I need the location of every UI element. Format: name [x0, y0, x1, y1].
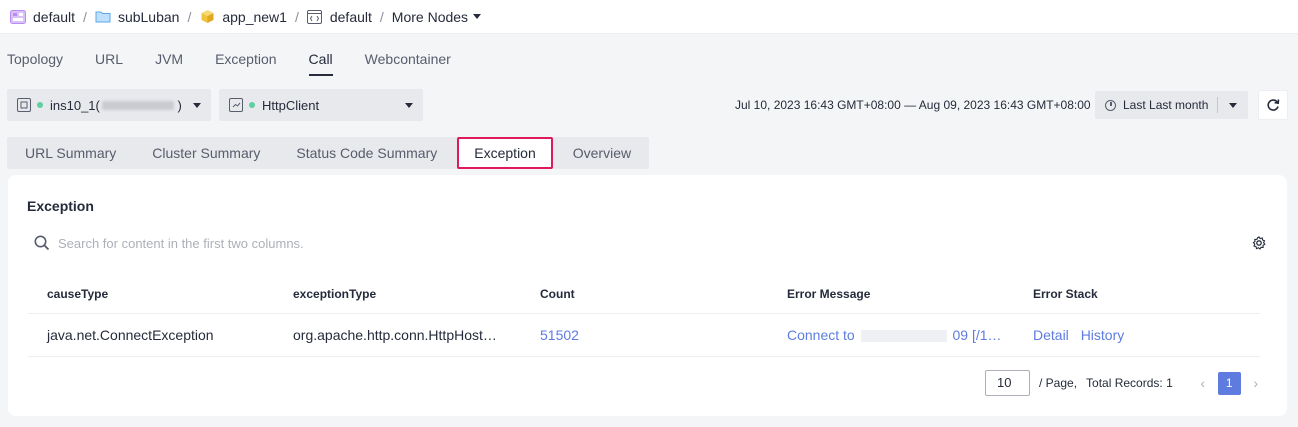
per-page-label: / Page,	[1039, 376, 1078, 390]
subtab-url-summary[interactable]: URL Summary	[7, 137, 134, 169]
trend-icon	[229, 98, 243, 112]
more-nodes-label: More Nodes	[391, 8, 469, 25]
call-type-select[interactable]: HttpClient	[219, 89, 423, 121]
column-header-error-message[interactable]: Error Message	[768, 276, 1014, 314]
subtab-status-code-summary[interactable]: Status Code Summary	[278, 137, 455, 169]
cell-exceptiontype: org.apache.http.conn.HttpHost…	[274, 313, 521, 357]
page-number-button[interactable]: 1	[1217, 371, 1241, 395]
time-period-label: Last Last month	[1123, 98, 1209, 112]
search-icon	[34, 235, 50, 251]
folder-icon	[95, 9, 111, 25]
breadcrumb-separator: /	[187, 8, 192, 25]
tab-webcontainer[interactable]: Webcontainer	[365, 50, 451, 76]
column-header-error-stack[interactable]: Error Stack	[1014, 276, 1260, 314]
instance-select-value: ins10_1(	[50, 97, 100, 113]
redacted-host	[860, 329, 947, 342]
pagination: 10 / Page, Total Records: 1 ‹ 1 ›	[985, 370, 1262, 396]
page-size-select[interactable]: 10	[985, 370, 1030, 396]
breadcrumb-label: default	[329, 8, 372, 25]
tab-call[interactable]: Call	[308, 50, 333, 76]
breadcrumb-item-subluban[interactable]: subLuban	[95, 8, 180, 25]
chevron-left-icon[interactable]: ‹	[1197, 375, 1209, 391]
breadcrumb-separator: /	[379, 8, 384, 25]
status-online-icon	[37, 102, 43, 108]
exception-table: causeType exceptionType Count Error Mess…	[28, 276, 1260, 357]
search-input[interactable]	[58, 235, 458, 251]
sub-tabs: URL Summary Cluster Summary Status Code …	[7, 137, 650, 169]
count-link[interactable]: 51502	[521, 313, 768, 357]
divider	[1217, 97, 1218, 113]
cell-error-stack: Detail History	[1014, 313, 1260, 357]
date-range-text: Jul 10, 2023 16:43 GMT+08:00 — Aug 09, 2…	[735, 98, 1091, 112]
breadcrumb-item-default-env[interactable]: default	[307, 9, 372, 25]
error-message-suffix: 09 [/1…	[952, 326, 1002, 343]
more-nodes-dropdown[interactable]: More Nodes	[391, 8, 482, 25]
detail-link[interactable]: Detail	[1033, 327, 1069, 343]
status-online-icon	[249, 102, 255, 108]
call-type-select-value: HttpClient	[262, 97, 320, 113]
table-header-row: causeType exceptionType Count Error Mess…	[28, 276, 1260, 314]
instance-select-value-suffix: )	[173, 97, 182, 113]
tab-url[interactable]: URL	[95, 50, 123, 76]
column-header-count[interactable]: Count	[521, 276, 768, 314]
cell-causetype: java.net.ConnectException	[28, 313, 274, 357]
redacted-ip	[101, 100, 174, 110]
breadcrumb-label: subLuban	[117, 8, 180, 25]
subtab-overview[interactable]: Overview	[555, 137, 649, 169]
breadcrumb: default / subLuban / app_new1 / default …	[0, 0, 1298, 34]
chevron-down-icon	[473, 14, 482, 19]
instance-icon	[17, 98, 31, 112]
column-header-exceptiontype[interactable]: exceptionType	[274, 276, 521, 314]
refresh-icon	[1267, 99, 1280, 111]
chevron-down-icon	[193, 103, 201, 108]
chevron-down-icon	[1229, 103, 1237, 108]
subtab-exception[interactable]: Exception	[457, 137, 553, 169]
breadcrumb-item-default-group[interactable]: default	[10, 9, 75, 25]
total-records: Total Records: 1	[1086, 376, 1173, 390]
tab-exception[interactable]: Exception	[215, 50, 276, 76]
table-settings-button[interactable]	[1252, 236, 1266, 253]
breadcrumb-item-app-new1[interactable]: app_new1	[199, 9, 287, 25]
top-tabs: Topology URL JVM Exception Call Webconta…	[7, 50, 483, 76]
subtab-cluster-summary[interactable]: Cluster Summary	[134, 137, 278, 169]
chevron-right-icon[interactable]: ›	[1250, 375, 1262, 391]
breadcrumb-label: default	[33, 8, 76, 25]
breadcrumb-separator: /	[83, 8, 87, 25]
breadcrumb-label: app_new1	[222, 8, 287, 25]
search-bar	[34, 235, 458, 251]
cube-icon	[199, 9, 215, 25]
refresh-button[interactable]	[1258, 90, 1288, 120]
card-title: Exception	[27, 198, 94, 214]
error-message-prefix: Connect to	[787, 326, 855, 343]
tab-topology[interactable]: Topology	[7, 50, 63, 76]
column-header-causetype[interactable]: causeType	[28, 276, 274, 314]
error-message-link[interactable]: Connect to 09 [/1…	[768, 313, 1014, 357]
time-period-select[interactable]: Last Last month	[1095, 91, 1248, 119]
instance-select[interactable]: ins10_1( )	[7, 89, 211, 121]
gear-icon	[1252, 236, 1266, 250]
code-window-icon	[307, 9, 323, 25]
chevron-down-icon	[405, 103, 413, 108]
table-row: java.net.ConnectException org.apache.htt…	[28, 313, 1260, 357]
tab-jvm[interactable]: JVM	[155, 50, 183, 76]
history-link[interactable]: History	[1081, 327, 1125, 343]
exception-card: Exception causeType exceptionType Count …	[8, 175, 1287, 416]
breadcrumb-separator: /	[294, 8, 299, 25]
application-group-icon	[10, 9, 26, 25]
clock-icon	[1105, 99, 1116, 111]
